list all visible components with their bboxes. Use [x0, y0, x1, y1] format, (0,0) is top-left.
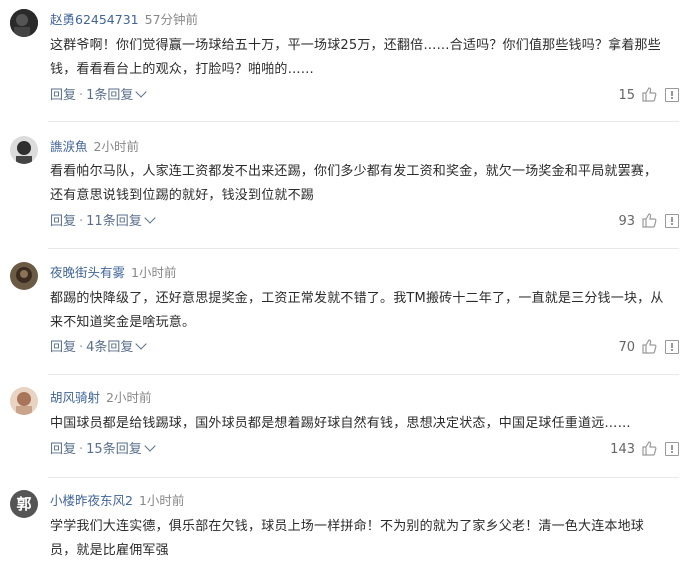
comment-actions: 回复 · 1条回复 [50, 86, 148, 104]
avatar[interactable] [10, 262, 38, 290]
avatar-image [10, 9, 38, 37]
avatar-image [10, 387, 38, 415]
thumbs-up-icon[interactable] [641, 86, 657, 102]
comment-actions: 回复 · 4条回复 [50, 338, 148, 356]
avatar-image [10, 262, 38, 290]
avatar[interactable]: 郭 [10, 490, 38, 518]
chevron-down-icon[interactable] [135, 86, 148, 98]
separator-dot: · [79, 442, 84, 457]
report-icon[interactable] [665, 214, 679, 228]
divider [48, 121, 679, 122]
thumbs-up-icon[interactable] [641, 212, 657, 228]
divider [48, 477, 679, 478]
like-count: 143 [610, 442, 635, 457]
avatar-glyph: 郭 [16, 495, 32, 513]
thumbs-up-icon[interactable] [641, 440, 657, 456]
comment-username[interactable]: 譙涙魚 [50, 139, 88, 154]
comment-username[interactable]: 赵勇62454731 [50, 12, 139, 27]
avatar[interactable] [10, 387, 38, 415]
reply-button[interactable]: 回复 [50, 214, 76, 229]
comment-text: 中国球员都是给钱踢球，国外球员都是想着踢好球自然有钱，思想决定状态，中国足球任重… [50, 416, 631, 431]
thumbs-up-icon[interactable] [641, 338, 657, 354]
divider [48, 374, 679, 375]
comment-meta: 胡风骑射 2小时前 [50, 390, 151, 406]
comment-time: 1小时前 [138, 493, 185, 508]
report-icon[interactable] [665, 340, 679, 354]
comment-time: 2小时前 [106, 390, 152, 405]
comment-username[interactable]: 夜晚街头有雾 [50, 265, 125, 280]
comment-time: 57分钟前 [144, 12, 199, 27]
comment-text: 看看帕尔马队，人家连工资都发不出来还踢，你们多少都有发工资和奖金，就欠一场奖金和… [50, 164, 658, 203]
avatar[interactable] [10, 9, 38, 37]
separator-dot: · [79, 340, 84, 355]
report-icon[interactable] [665, 442, 679, 456]
comment-time: 2小时前 [93, 139, 139, 154]
separator-dot: · [79, 88, 84, 103]
view-replies-button[interactable]: 11条回复 [86, 214, 142, 229]
like-count: 70 [618, 340, 635, 355]
separator-dot: · [79, 214, 84, 229]
reply-button[interactable]: 回复 [50, 442, 76, 457]
reply-button[interactable]: 回复 [50, 88, 76, 103]
avatar[interactable] [10, 136, 38, 164]
comment-meta: 譙涙魚 2小时前 [50, 139, 139, 155]
view-replies-button[interactable]: 1条回复 [86, 88, 133, 103]
view-replies-button[interactable]: 4条回复 [86, 340, 133, 355]
chevron-down-icon[interactable] [144, 440, 156, 452]
reply-button[interactable]: 回复 [50, 340, 76, 355]
comment-time: 1小时前 [131, 265, 177, 280]
like-count: 15 [618, 88, 635, 103]
report-icon[interactable] [665, 88, 679, 102]
comment-meta: 赵勇62454731 57分钟前 [50, 12, 198, 28]
comment-actions: 回复 · 11条回复 [50, 212, 156, 230]
like-count: 93 [618, 214, 635, 229]
avatar-image [10, 136, 38, 164]
divider [48, 248, 679, 249]
comment-username[interactable]: 胡风骑射 [50, 390, 100, 405]
comment-username[interactable]: 小楼昨夜东风2 [50, 493, 133, 508]
chevron-down-icon[interactable] [135, 338, 148, 350]
comment-meta: 夜晚街头有雾 1小时前 [50, 265, 176, 281]
chevron-down-icon[interactable] [144, 212, 156, 224]
comment-actions: 回复 · 15条回复 [50, 440, 156, 458]
comment-meta: 小楼昨夜东风2 1小时前 [50, 493, 184, 509]
comment-text: 这群爷啊！你们觉得赢一场球给五十万，平一场球25万，还翻倍……合适吗？你们值那些… [50, 38, 661, 77]
comment-text: 都踢的快降级了，还好意思提奖金，工资正常发就不错了。我TM搬砖十二年了，一直就是… [50, 291, 664, 330]
comment-text: 学学我们大连实德，俱乐部在欠钱，球员上场一样拼命！不为别的就为了家乡父老！清一色… [50, 519, 645, 558]
view-replies-button[interactable]: 15条回复 [86, 442, 142, 457]
